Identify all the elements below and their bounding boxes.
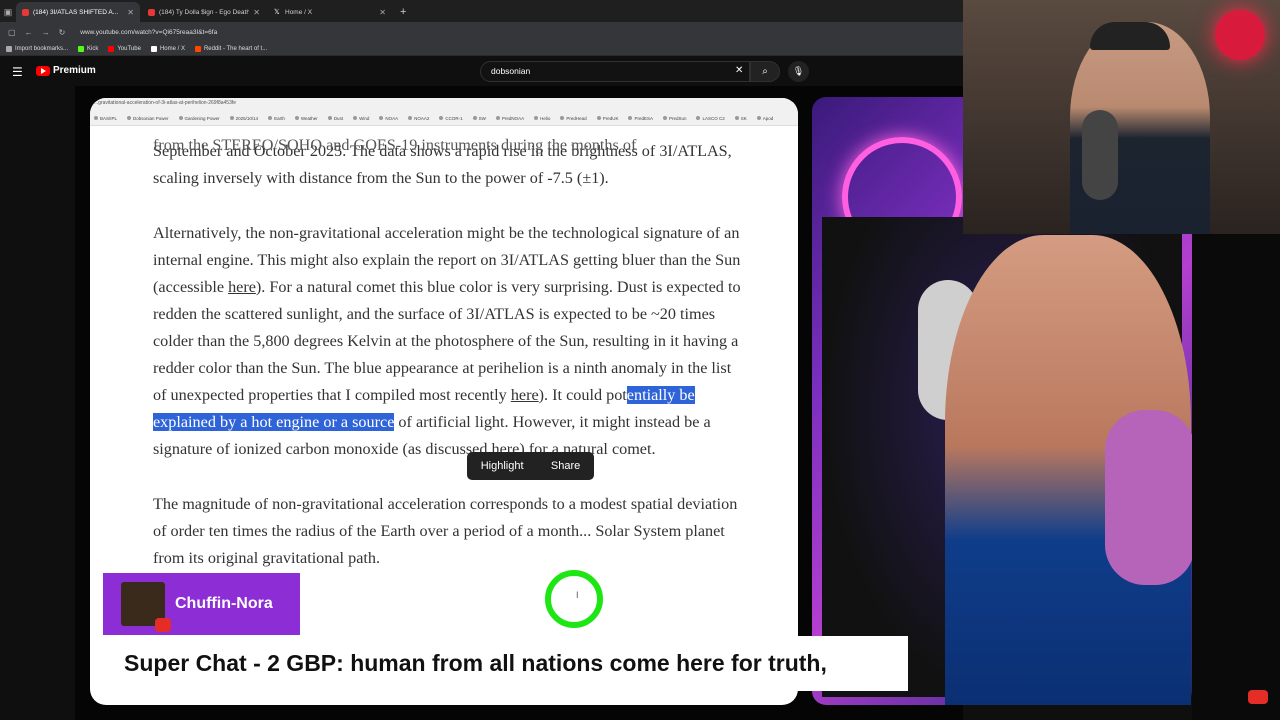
tab-title: (184) 3I/ATLAS SHIFTED A... — [33, 8, 119, 16]
article-bookmarks: BAS/IPL Dobsonian Power Gardening Power … — [90, 112, 798, 124]
address-bar: ▢ ← → ↻ www.youtube.com/watch?v=Qi675rea… — [0, 22, 963, 42]
article-body: from the STEREO/SOHO and GOES-19 instrum… — [153, 136, 743, 600]
window-menu-icon[interactable]: ▣ — [0, 2, 16, 22]
superchat-banner: Super Chat - 2 GBP: human from all natio… — [103, 636, 908, 691]
close-tab-icon[interactable]: ✕ — [253, 8, 260, 17]
new-tab-button[interactable]: + — [394, 2, 412, 22]
bookmark-kick[interactable]: Kick — [78, 45, 98, 52]
article-browser-bar: ...gravitational-acceleration-of-3i-atla… — [90, 98, 798, 126]
youtube-header: ☰ Premium dobsonian ✕ ⌕ 🎙 — [0, 56, 963, 86]
forward-icon[interactable]: → — [42, 28, 50, 37]
tab-title: (184) Ty Dolla $ign - Ego Death — [159, 8, 250, 16]
chatter-name: Chuffin-Nora — [175, 595, 273, 612]
baseball-cap — [1090, 22, 1170, 50]
microphone-foam — [1105, 410, 1195, 585]
webcam-microphone — [1082, 110, 1118, 200]
youtube-badge-icon — [1248, 690, 1268, 704]
avatar — [121, 582, 171, 632]
url-field[interactable]: www.youtube.com/watch?v=Qi675reaa3I&t=6f… — [80, 29, 217, 36]
article-link[interactable]: here — [228, 278, 256, 296]
article-url: ...gravitational-acceleration-of-3i-atla… — [94, 100, 237, 106]
search-input[interactable]: dobsonian — [480, 61, 750, 82]
highlight-button[interactable]: Highlight — [481, 460, 524, 472]
bookmark-youtube[interactable]: YouTube — [108, 45, 141, 52]
youtube-play-icon — [36, 65, 50, 76]
close-tab-icon[interactable]: ✕ — [127, 8, 134, 17]
red-light — [1215, 10, 1265, 60]
back-icon[interactable]: ← — [25, 28, 33, 37]
youtube-favicon-icon — [148, 8, 155, 16]
youtube-logo[interactable]: Premium — [36, 65, 96, 76]
voice-search-button[interactable]: 🎙 — [788, 61, 809, 82]
hamburger-menu-icon[interactable]: ☰ — [12, 65, 23, 79]
selection-popup: Highlight Share — [467, 452, 594, 480]
youtube-favicon-icon — [22, 8, 29, 16]
paragraph-magnitude: The magnitude of non-gravitational accel… — [153, 495, 738, 567]
search-button[interactable]: ⌕ — [750, 61, 780, 82]
close-tab-icon[interactable]: ✕ — [379, 8, 386, 17]
bookmark-reddit[interactable]: Reddit - The heart of t... — [194, 45, 267, 52]
superchat-user-card: Chuffin-Nora — [103, 573, 300, 635]
text-cursor-icon: I — [576, 590, 579, 600]
bookmark-import[interactable]: Import bookmarks... — [6, 45, 68, 52]
search-icon: ⌕ — [762, 66, 768, 77]
tab-3i-atlas[interactable]: (184) 3I/ATLAS SHIFTED A... ✕ — [16, 2, 140, 22]
tab-title: Home / X — [285, 8, 313, 16]
paragraph-engine: Alternatively, the non-gravitational acc… — [153, 224, 741, 458]
x-favicon-icon: 𝕏 — [274, 8, 280, 16]
bookmarks-bar: Import bookmarks... Kick YouTube Home / … — [0, 42, 963, 56]
sidebar-icon[interactable]: ▢ — [8, 28, 16, 37]
microphone-icon: 🎙 — [792, 66, 805, 76]
right-dark-panel — [1192, 234, 1280, 720]
clear-search-icon[interactable]: ✕ — [735, 65, 743, 76]
bookmark-home-x[interactable]: Home / X — [150, 45, 185, 52]
article-cut-line: from the STEREO/SOHO and GOES-19 instrum… — [153, 136, 637, 154]
tab-ego-death[interactable]: (184) Ty Dolla $ign - Ego Death ✕ — [142, 2, 266, 22]
tab-bar: ▣ (184) 3I/ATLAS SHIFTED A... ✕ (184) Ty… — [0, 0, 963, 22]
tab-home-x[interactable]: 𝕏 Home / X ✕ — [268, 2, 392, 22]
cursor-highlight-ring — [545, 570, 603, 628]
reload-icon[interactable]: ↻ — [59, 28, 66, 37]
article-link[interactable]: here — [511, 386, 539, 404]
share-button[interactable]: Share — [551, 460, 580, 472]
